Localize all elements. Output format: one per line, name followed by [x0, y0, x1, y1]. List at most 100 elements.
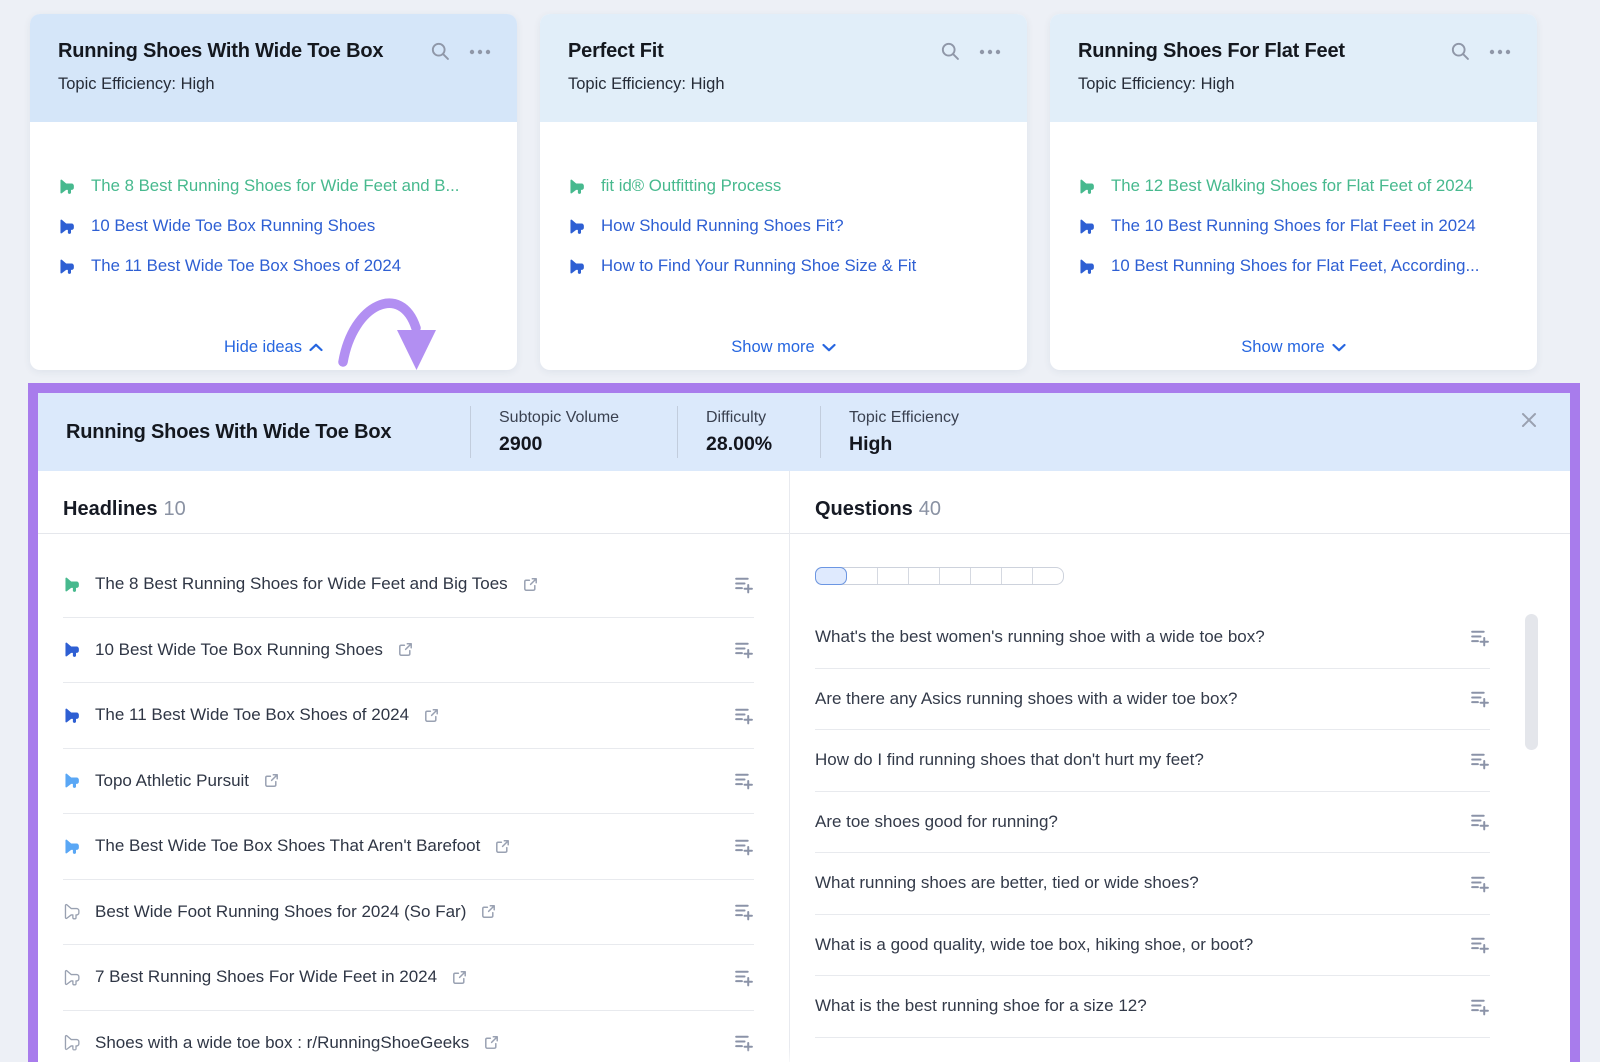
topic-card-header: Running Shoes With Wide Toe Box Topic Ef… [30, 14, 517, 122]
toggle-ideas-link[interactable]: Show more [731, 338, 835, 357]
idea-item[interactable]: The 10 Best Running Shoes for Flat Feet … [1078, 216, 1511, 236]
question-row[interactable]: What is the best running shoe for a size… [815, 976, 1490, 1038]
question-filter-tab[interactable] [1002, 568, 1033, 584]
headline-text: 7 Best Running Shoes For Wide Feet in 20… [95, 967, 437, 987]
add-to-list-icon[interactable] [733, 574, 754, 595]
stat-label: Topic Efficiency [849, 409, 959, 427]
question-text: What is a good quality, wide toe box, hi… [815, 935, 1253, 955]
question-row[interactable]: What is a good quality, wide toe box, hi… [815, 915, 1490, 977]
add-to-list-icon[interactable] [733, 836, 754, 857]
topic-card-header: Perfect Fit Topic Efficiency: High [540, 14, 1027, 122]
add-to-list-icon[interactable] [1469, 811, 1490, 832]
stat-value: 28.00% [706, 433, 820, 456]
idea-item[interactable]: fit id® Outfitting Process [568, 176, 1001, 196]
question-filter-tab[interactable] [847, 568, 878, 584]
headline-row[interactable]: 7 Best Running Shoes For Wide Feet in 20… [63, 945, 754, 1011]
question-filter-tab[interactable] [816, 568, 847, 584]
question-filter-tab[interactable] [878, 568, 909, 584]
megaphone-icon [1078, 177, 1097, 196]
headline-row[interactable]: Topo Athletic Pursuit [63, 749, 754, 815]
add-to-list-icon[interactable] [1469, 873, 1490, 894]
question-text: What running shoes are better, tied or w… [815, 873, 1199, 893]
headline-text: Topo Athletic Pursuit [95, 771, 249, 791]
headline-row[interactable]: The Best Wide Toe Box Shoes That Aren't … [63, 814, 754, 880]
headline-row[interactable]: Best Wide Foot Running Shoes for 2024 (S… [63, 880, 754, 946]
idea-item-text: 10 Best Wide Toe Box Running Shoes [91, 216, 375, 236]
external-link-icon[interactable] [523, 577, 538, 592]
question-text: What is the best running shoe for a size… [815, 996, 1147, 1016]
external-link-icon[interactable] [484, 1035, 499, 1050]
topic-card: Running Shoes For Flat Feet Topic Effici… [1050, 14, 1537, 370]
stat-value: 2900 [499, 433, 677, 456]
add-to-list-icon[interactable] [733, 639, 754, 660]
headline-text: Shoes with a wide toe box : r/RunningSho… [95, 1033, 469, 1053]
search-icon[interactable] [1450, 41, 1471, 62]
headline-row[interactable]: Shoes with a wide toe box : r/RunningSho… [63, 1011, 754, 1062]
subtopic-stat: Difficulty 28.00% [677, 393, 820, 471]
headline-row[interactable]: The 8 Best Running Shoes for Wide Feet a… [63, 552, 754, 618]
add-to-list-icon[interactable] [1469, 934, 1490, 955]
question-row[interactable]: What's the best women's running shoe wit… [815, 607, 1490, 669]
add-to-list-icon[interactable] [733, 705, 754, 726]
idea-item[interactable]: 10 Best Running Shoes for Flat Feet, Acc… [1078, 256, 1511, 276]
topic-card: Perfect Fit Topic Efficiency: High [540, 14, 1027, 370]
question-text: Are toe shoes good for running? [815, 812, 1058, 832]
add-to-list-icon[interactable] [733, 901, 754, 922]
search-icon[interactable] [430, 41, 451, 62]
question-row[interactable]: Are there any Asics running shoes with a… [815, 669, 1490, 731]
idea-item[interactable]: The 12 Best Walking Shoes for Flat Feet … [1078, 176, 1511, 196]
add-to-list-icon[interactable] [1469, 996, 1490, 1017]
idea-item[interactable]: 10 Best Wide Toe Box Running Shoes [58, 216, 491, 236]
idea-item[interactable]: The 8 Best Running Shoes for Wide Feet a… [58, 176, 491, 196]
idea-item-text: The 10 Best Running Shoes for Flat Feet … [1111, 216, 1476, 236]
more-options-icon[interactable] [469, 49, 491, 55]
question-filter-tab[interactable] [909, 568, 940, 584]
question-text: How do I find running shoes that don't h… [815, 750, 1204, 770]
search-icon[interactable] [940, 41, 961, 62]
question-filter-tab[interactable] [971, 568, 1002, 584]
megaphone-icon [63, 837, 82, 856]
annotation-arrow [337, 282, 449, 386]
close-icon[interactable] [1512, 411, 1546, 445]
add-to-list-icon[interactable] [733, 770, 754, 791]
add-to-list-icon[interactable] [1469, 750, 1490, 771]
question-filter-tab[interactable] [1033, 568, 1063, 584]
subtopic-stat: Subtopic Volume 2900 [470, 393, 677, 471]
external-link-icon[interactable] [481, 904, 496, 919]
stat-value: High [849, 433, 959, 456]
questions-heading: Questions40 [790, 471, 1570, 534]
more-options-icon[interactable] [1489, 49, 1511, 55]
toggle-ideas-link[interactable]: Hide ideas [224, 338, 323, 357]
question-filters [815, 567, 1064, 585]
scrollbar-thumb[interactable] [1525, 614, 1538, 750]
question-filter-tab[interactable] [940, 568, 971, 584]
external-link-icon[interactable] [398, 642, 413, 657]
question-row[interactable]: Are toe shoes good for running? [815, 792, 1490, 854]
add-to-list-icon[interactable] [733, 1032, 754, 1053]
megaphone-icon [63, 902, 82, 921]
add-to-list-icon[interactable] [733, 967, 754, 988]
topic-cards-row: Running Shoes With Wide Toe Box Topic Ef… [30, 14, 1537, 370]
megaphone-icon [63, 1033, 82, 1052]
add-to-list-icon[interactable] [1469, 627, 1490, 648]
topic-card-title: Running Shoes For Flat Feet [1078, 39, 1345, 63]
external-link-icon[interactable] [452, 970, 467, 985]
external-link-icon[interactable] [264, 773, 279, 788]
question-text: What's the best women's running shoe wit… [815, 627, 1265, 647]
headline-text: The Best Wide Toe Box Shoes That Aren't … [95, 836, 480, 856]
external-link-icon[interactable] [424, 708, 439, 723]
toggle-ideas-link[interactable]: Show more [1241, 338, 1345, 357]
idea-item[interactable]: The 11 Best Wide Toe Box Shoes of 2024 [58, 256, 491, 276]
headline-row[interactable]: The 11 Best Wide Toe Box Shoes of 2024 [63, 683, 754, 749]
add-to-list-icon[interactable] [1469, 688, 1490, 709]
idea-item[interactable]: How Should Running Shoes Fit? [568, 216, 1001, 236]
question-row[interactable]: How do I find running shoes that don't h… [815, 730, 1490, 792]
megaphone-icon [568, 217, 587, 236]
external-link-icon[interactable] [495, 839, 510, 854]
questions-list: What's the best women's running shoe wit… [790, 607, 1570, 1038]
more-options-icon[interactable] [979, 49, 1001, 55]
idea-item[interactable]: How to Find Your Running Shoe Size & Fit [568, 256, 1001, 276]
headline-row[interactable]: 10 Best Wide Toe Box Running Shoes [63, 618, 754, 684]
topic-card-title: Running Shoes With Wide Toe Box [58, 39, 383, 63]
question-row[interactable]: What running shoes are better, tied or w… [815, 853, 1490, 915]
